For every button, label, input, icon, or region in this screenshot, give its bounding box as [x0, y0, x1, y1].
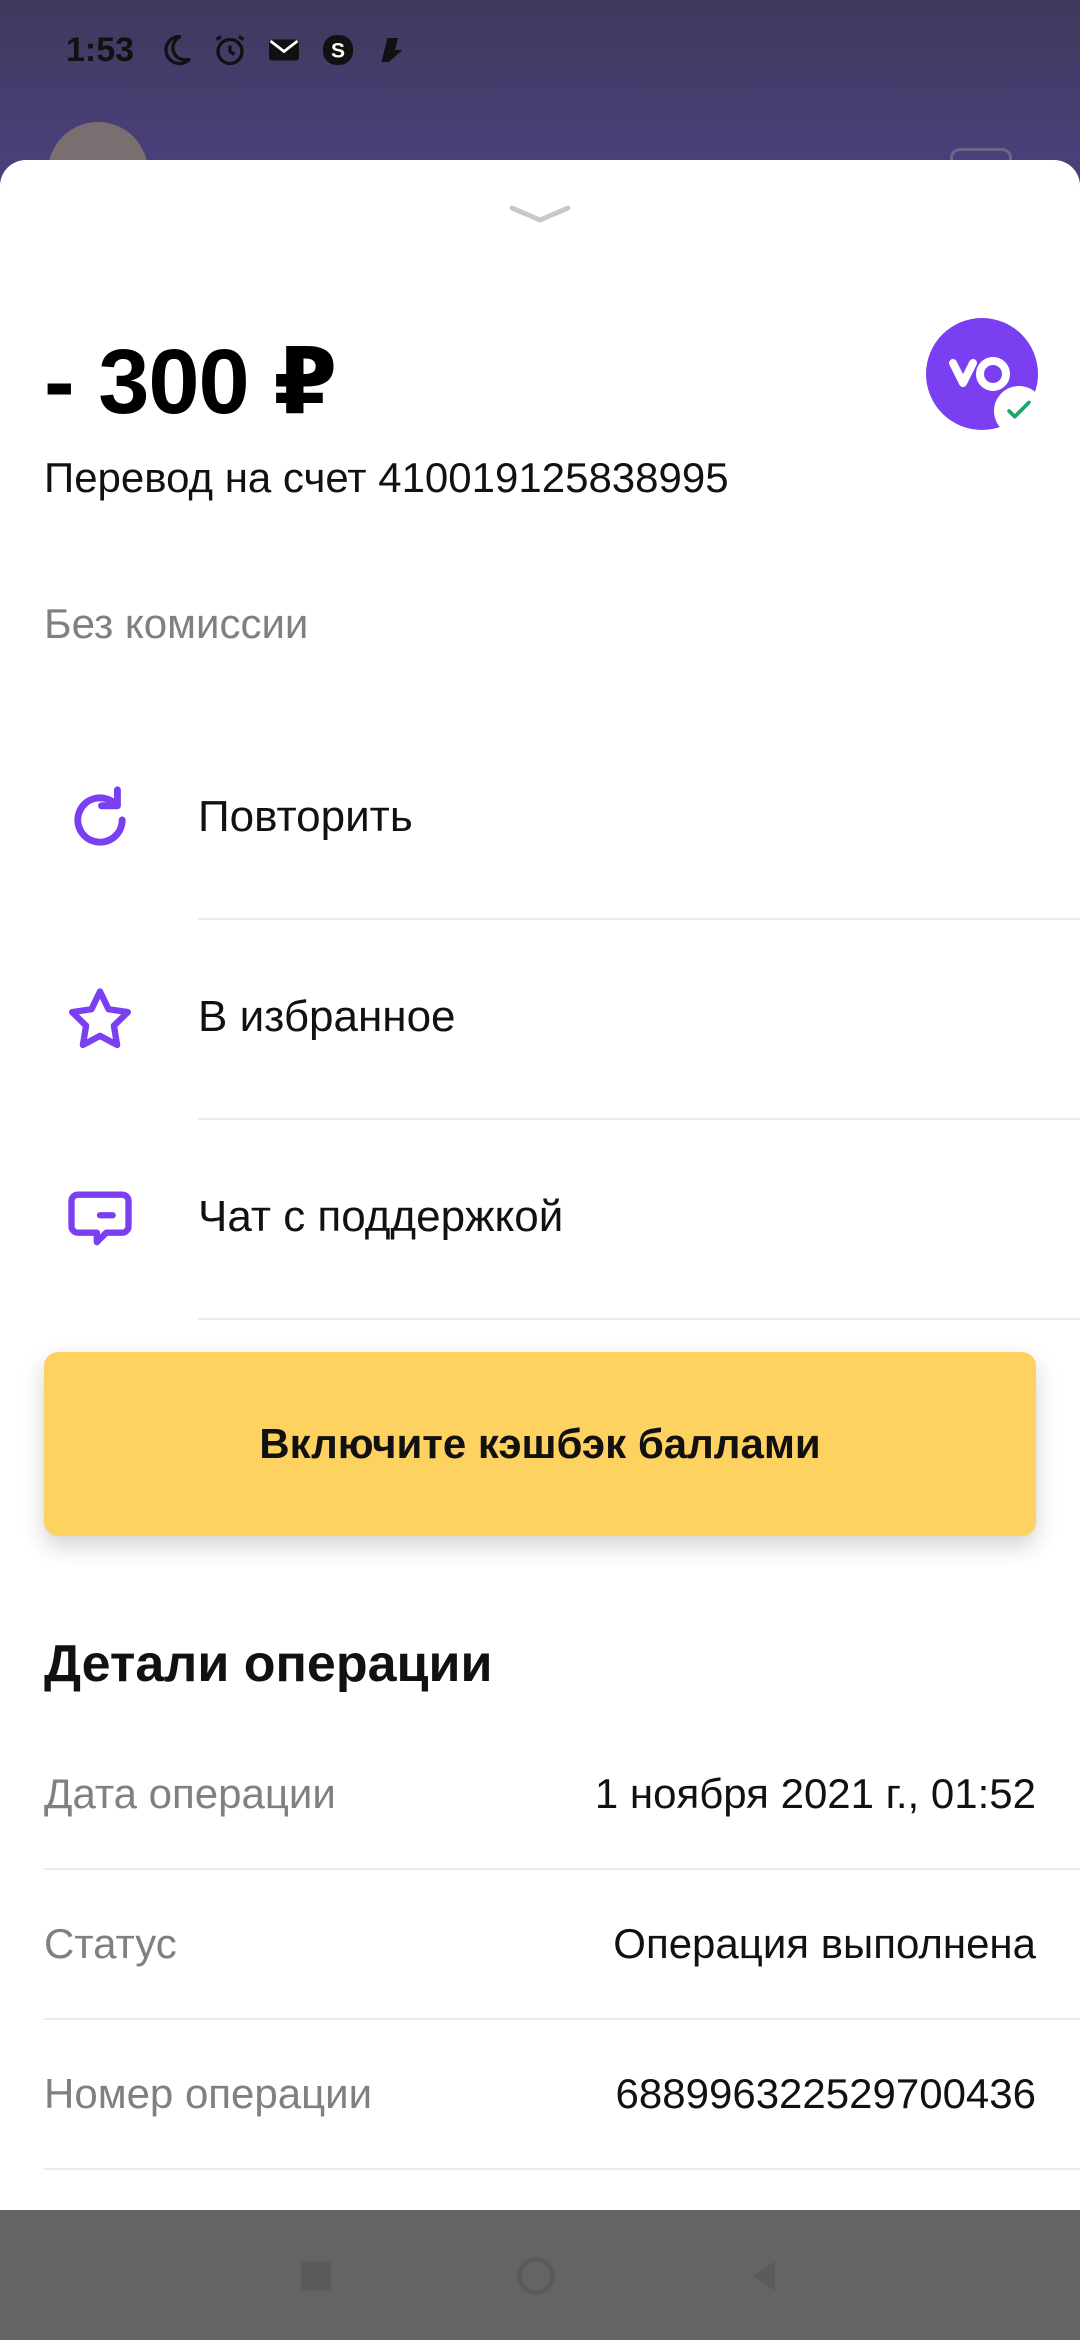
enable-cashback-button[interactable]: Включите кэшбэк баллами [44, 1352, 1036, 1536]
system-nav-bar [0, 2210, 1080, 2340]
detail-label: Номер операции [44, 2070, 373, 2117]
operation-sheet: - 300 ₽ Перевод на счет 410019125838995 … [0, 160, 1080, 2210]
home-icon[interactable] [514, 2254, 558, 2298]
detail-value[interactable]: 688996322529700436 [616, 2070, 1036, 2118]
detail-value: 1 ноября 2021 г., 01:52 [594, 1770, 1036, 1817]
favorite-action[interactable]: В избранное [0, 920, 1080, 1120]
divider [198, 1318, 1080, 1320]
transaction-amount: - 300 ₽ [44, 331, 337, 433]
status-time: 1:53 [66, 30, 135, 69]
support-chat-label: Чат с поддержкой [198, 1192, 564, 1241]
detail-value: Операция выполнена [613, 1920, 1036, 1967]
recents-icon[interactable] [294, 2254, 338, 2298]
commission-label: Без комиссии [44, 600, 309, 647]
mail-icon [266, 32, 302, 68]
detail-label: Статус [44, 1920, 177, 1967]
back-icon[interactable] [742, 2254, 786, 2298]
skype-icon: S [320, 32, 356, 68]
details-title: Детали операции [44, 1635, 493, 1693]
favorite-label: В избранное [198, 992, 456, 1041]
moon-icon [158, 32, 194, 68]
repeat-label: Повторить [198, 792, 413, 841]
star-icon [68, 988, 132, 1049]
app-icon [374, 32, 410, 68]
svg-text:S: S [331, 40, 345, 63]
screen: 1:53 S - 300 ₽ Перевод на счет 410019125… [0, 0, 1080, 2340]
transaction-description: Перевод на счет 410019125838995 [44, 454, 729, 501]
alarm-icon [212, 32, 248, 68]
repeat-icon [74, 786, 126, 846]
detail-row-number: Номер операции 688996322529700436 [44, 2020, 1080, 2170]
detail-row-status: Статус Операция выполнена [44, 1870, 1080, 2020]
repeat-action[interactable]: Повторить [0, 720, 1080, 920]
chevron-down-icon[interactable] [508, 202, 572, 226]
status-bar: 1:53 S [0, 0, 1080, 100]
chat-icon [68, 1191, 132, 1246]
verified-check-icon [994, 386, 1044, 436]
detail-row-date: Дата операции 1 ноября 2021 г., 01:52 [44, 1720, 1080, 1870]
detail-label: Дата операции [44, 1770, 336, 1817]
support-chat-action[interactable]: Чат с поддержкой [0, 1120, 1080, 1320]
